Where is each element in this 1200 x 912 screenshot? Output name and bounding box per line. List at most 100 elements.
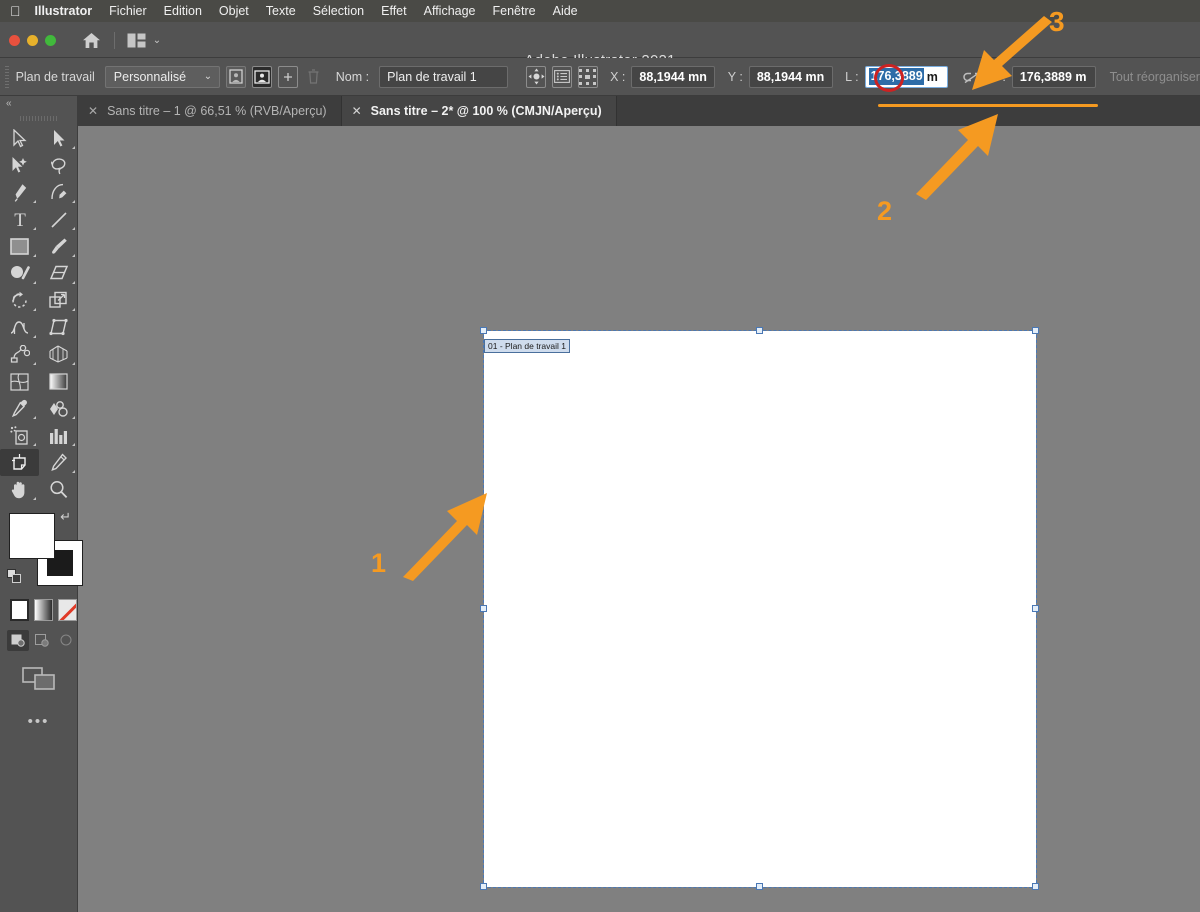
- free-transform-tool[interactable]: [39, 314, 78, 341]
- selection-handle-top-right[interactable]: [1032, 327, 1039, 334]
- color-mode-none-button[interactable]: [58, 599, 77, 621]
- selection-handle-middle-right[interactable]: [1032, 605, 1039, 612]
- scale-tool[interactable]: [39, 287, 78, 314]
- paintbrush-tool[interactable]: [39, 233, 78, 260]
- artboard-tool[interactable]: [0, 449, 39, 476]
- portrait-orientation-button[interactable]: [226, 65, 246, 88]
- perspective-grid-tool[interactable]: [39, 341, 78, 368]
- arrange-documents-button[interactable]: [124, 29, 148, 51]
- tool-group-indicator-icon: [72, 416, 75, 419]
- mesh-tool[interactable]: [0, 368, 39, 395]
- document-tab-bar: ✕ Sans titre – 1 @ 66,51 % (RVB/Aperçu) …: [78, 96, 1200, 126]
- artboard-preset-select[interactable]: Personnalisé ⌄: [104, 65, 221, 88]
- selection-handle-bottom-left[interactable]: [480, 883, 487, 890]
- zoom-tool[interactable]: [39, 476, 78, 503]
- rectangle-tool[interactable]: [0, 233, 39, 260]
- menu-item-aide[interactable]: Aide: [553, 4, 578, 18]
- shaper-tool[interactable]: [0, 260, 39, 287]
- annotation-2-number: 2: [877, 196, 893, 226]
- x-position-input[interactable]: 88,1944 mn: [631, 65, 716, 88]
- slice-tool[interactable]: [39, 449, 78, 476]
- document-tab-1[interactable]: ✕ Sans titre – 1 @ 66,51 % (RVB/Aperçu): [78, 96, 342, 126]
- draw-behind-mode-button[interactable]: [31, 630, 53, 651]
- curvature-tool[interactable]: [39, 179, 78, 206]
- artboard-name-input[interactable]: Plan de travail 1: [379, 65, 508, 88]
- gradient-tool-icon: [48, 373, 68, 390]
- type-tool[interactable]: T: [0, 206, 39, 233]
- artboard[interactable]: 01 - Plan de travail 1: [480, 327, 1039, 890]
- close-icon[interactable]: ✕: [88, 104, 98, 118]
- artboard-display-button[interactable]: [577, 65, 598, 88]
- menu-item-fenetre[interactable]: Fenêtre: [493, 4, 536, 18]
- draw-normal-mode-button[interactable]: [7, 630, 29, 651]
- menu-item-edition[interactable]: Edition: [164, 4, 202, 18]
- selection-handle-top-center[interactable]: [756, 327, 763, 334]
- color-mode-color-button[interactable]: [10, 599, 30, 621]
- selection-handle-middle-left[interactable]: [480, 605, 487, 612]
- swap-fill-stroke-icon[interactable]: ↵: [60, 509, 71, 525]
- menu-item-fichier[interactable]: Fichier: [109, 4, 147, 18]
- direct-selection-tool[interactable]: [39, 125, 78, 152]
- document-canvas[interactable]: 01 - Plan de travail 1: [78, 126, 1200, 912]
- artboard-options-button[interactable]: [551, 65, 572, 88]
- delete-artboard-button[interactable]: [304, 66, 324, 88]
- portrait-orientation-icon: [229, 69, 243, 84]
- selection-tool[interactable]: [0, 125, 39, 152]
- blend-tool[interactable]: [39, 395, 78, 422]
- height-input[interactable]: 176,3889 m: [1011, 65, 1096, 88]
- menu-item-affichage[interactable]: Affichage: [424, 4, 476, 18]
- link-dimensions-button[interactable]: [962, 66, 984, 88]
- tools-panel-drag-handle[interactable]: [0, 111, 77, 125]
- width-tool[interactable]: [0, 314, 39, 341]
- shape-builder-tool[interactable]: [0, 341, 39, 368]
- menu-item-illustrator[interactable]: Illustrator: [35, 4, 93, 18]
- maximize-window-button[interactable]: [45, 35, 56, 46]
- tool-group-indicator-icon: [72, 146, 75, 149]
- home-button[interactable]: [78, 28, 104, 52]
- landscape-orientation-button[interactable]: [251, 65, 272, 88]
- apple-logo-icon[interactable]: : [10, 4, 21, 18]
- line-segment-tool[interactable]: [39, 206, 78, 233]
- selection-handle-bottom-center[interactable]: [756, 883, 763, 890]
- eyedropper-tool[interactable]: [0, 395, 39, 422]
- tool-group-indicator-icon: [72, 254, 75, 257]
- draw-inside-mode-button[interactable]: [55, 630, 77, 651]
- pen-tool[interactable]: [0, 179, 39, 206]
- column-graph-tool[interactable]: [39, 422, 78, 449]
- rectangle-tool-icon: [10, 238, 29, 255]
- change-screen-mode-button[interactable]: [0, 667, 77, 691]
- edit-toolbar-icon[interactable]: •••: [0, 713, 77, 730]
- fill-swatch[interactable]: [9, 513, 55, 559]
- lasso-tool[interactable]: [39, 152, 78, 179]
- menu-item-effet[interactable]: Effet: [381, 4, 406, 18]
- close-window-button[interactable]: [9, 35, 20, 46]
- new-artboard-button[interactable]: [277, 65, 298, 88]
- line-segment-tool-icon: [50, 211, 67, 228]
- move-artwork-with-artboard-button[interactable]: [526, 65, 546, 88]
- hand-tool-icon: [11, 481, 25, 499]
- control-bar-drag-handle[interactable]: [5, 65, 9, 88]
- document-tab-2[interactable]: ✕ Sans titre – 2* @ 100 % (CMJN/Aperçu): [341, 96, 617, 126]
- tool-group-indicator-icon: [33, 497, 36, 500]
- arrange-chevron-down-icon[interactable]: ⌄: [150, 34, 164, 46]
- color-mode-gradient-button[interactable]: [34, 599, 54, 621]
- hand-tool[interactable]: [0, 476, 39, 503]
- rearrange-all-button[interactable]: Tout réorganiser: [1110, 70, 1200, 84]
- selection-handle-bottom-right[interactable]: [1032, 883, 1039, 890]
- fill-stroke-controls: ↵: [0, 509, 83, 595]
- y-position-input[interactable]: 88,1944 mn: [748, 65, 833, 88]
- rotate-tool[interactable]: [0, 287, 39, 314]
- tools-panel: « T ↵ •••: [0, 96, 83, 912]
- eraser-tool[interactable]: [39, 260, 78, 287]
- selection-handle-top-left[interactable]: [480, 327, 487, 334]
- landscape-orientation-icon: [254, 69, 270, 84]
- close-icon[interactable]: ✕: [352, 104, 362, 118]
- magic-wand-tool[interactable]: [0, 152, 39, 179]
- menu-item-texte[interactable]: Texte: [266, 4, 296, 18]
- minimize-window-button[interactable]: [27, 35, 38, 46]
- menu-item-selection[interactable]: Sélection: [313, 4, 364, 18]
- gradient-tool[interactable]: [39, 368, 78, 395]
- symbol-sprayer-tool[interactable]: [0, 422, 39, 449]
- collapse-panel-icon[interactable]: «: [0, 96, 77, 111]
- menu-item-objet[interactable]: Objet: [219, 4, 249, 18]
